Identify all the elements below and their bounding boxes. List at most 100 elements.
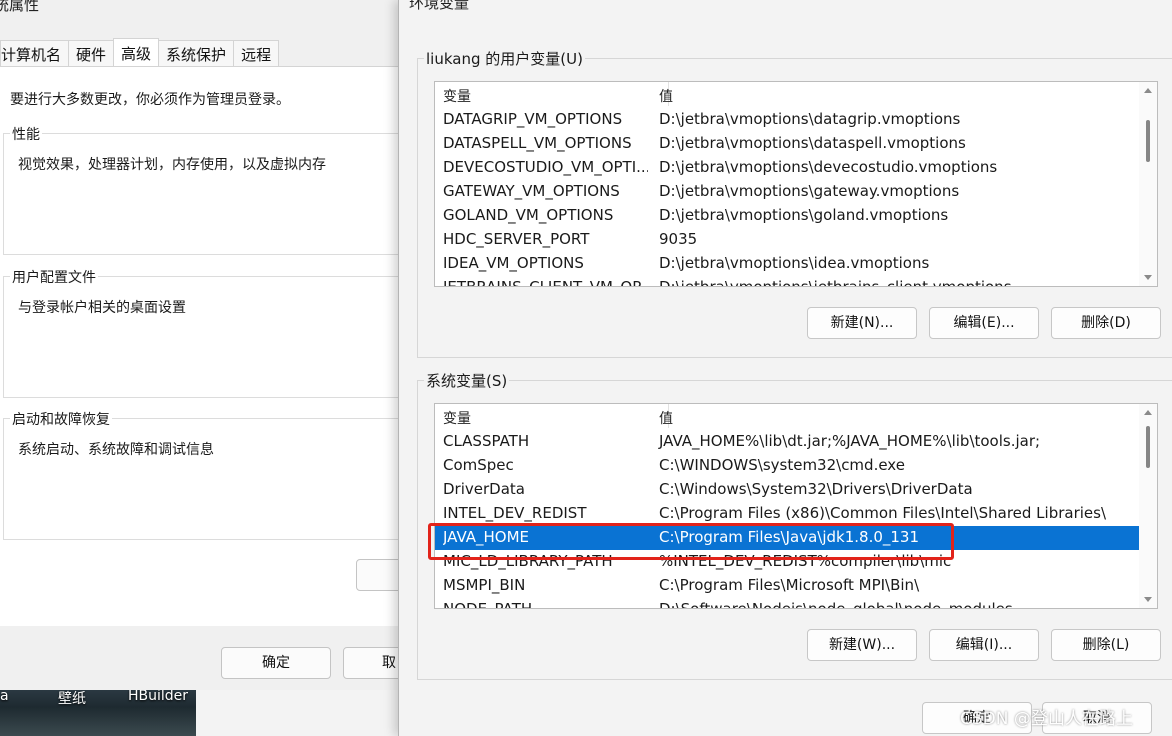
- var-name: IDEA_VM_OPTIONS: [443, 254, 584, 272]
- var-name: DATAGRIP_VM_OPTIONS: [443, 110, 623, 128]
- scroll-thumb[interactable]: [1146, 426, 1150, 468]
- var-name: JETBRAINS_CLIENT_VM_OP...: [443, 278, 648, 287]
- var-name: DriverData: [443, 480, 525, 498]
- dialog-title: 统属性: [0, 0, 40, 14]
- desktop-background: a 壁纸 HBuilder: [0, 688, 196, 736]
- table-row[interactable]: DriverData C:\Windows\System32\Drivers\Dr…: [435, 478, 1141, 502]
- table-row[interactable]: NODE_PATH D:\Software\Nodejs\node_global\…: [435, 598, 1141, 609]
- var-name: INTEL_DEV_REDIST: [443, 504, 587, 522]
- table-row[interactable]: JETBRAINS_CLIENT_VM_OP... D:\jetbra\vmopt…: [435, 276, 1141, 287]
- tab-advanced[interactable]: 高级: [113, 38, 160, 66]
- tab-remote[interactable]: 远程: [233, 40, 280, 66]
- tab-bar: 计算机名 硬件 高级 系统保护 远程: [0, 38, 280, 67]
- var-value: D:\jetbra\vmoptions\devecostudio.vmoptio…: [659, 158, 998, 176]
- system-delete-button[interactable]: 删除(L): [1051, 629, 1161, 661]
- var-name: DATASPELL_VM_OPTIONS: [443, 134, 632, 152]
- column-header-name[interactable]: 变量: [443, 408, 471, 428]
- ok-button[interactable]: 确定: [221, 647, 331, 679]
- scroll-up-icon[interactable]: [1144, 410, 1152, 415]
- var-value: C:\Program Files\Java\jdk1.8.0_131: [659, 528, 920, 546]
- performance-group: 性能 视觉效果，处理器计划，内存使用，以及虚拟内存: [3, 124, 423, 255]
- var-value: JAVA_HOME%\lib\dt.jar;%JAVA_HOME%\lib\to…: [659, 432, 1041, 450]
- group-title: 用户配置文件: [10, 267, 98, 287]
- watermark-text: CSDN @登山人在路上: [960, 709, 1133, 729]
- startup-recovery-group: 启动和故障恢复 系统启动、系统故障和调试信息: [3, 409, 423, 540]
- table-row[interactable]: IDEA_VM_OPTIONS D:\jetbra\vmoptions\idea.…: [435, 252, 1141, 276]
- table-row[interactable]: DATASPELL_VM_OPTIONS D:\jetbra\vmoptions\…: [435, 132, 1141, 156]
- user-variables-group: liukang 的用户变量(U) 变量 值 DATAGRIP_VM_OPTION…: [417, 48, 1172, 358]
- vertical-scrollbar[interactable]: [1139, 82, 1157, 286]
- group-title: 系统变量(S): [424, 370, 510, 391]
- column-header-value[interactable]: 值: [659, 86, 673, 106]
- var-name: GOLAND_VM_OPTIONS: [443, 206, 614, 224]
- table-row[interactable]: GOLAND_VM_OPTIONS D:\jetbra\vmoptions\gol…: [435, 204, 1141, 228]
- var-name: ComSpec: [443, 456, 514, 474]
- tab-hardware[interactable]: 硬件: [68, 40, 115, 66]
- var-name: GATEWAY_VM_OPTIONS: [443, 182, 620, 200]
- desktop-icon-label[interactable]: a: [0, 688, 9, 704]
- table-row[interactable]: MSMPI_BIN C:\Program Files\Microsoft MPI\…: [435, 574, 1141, 598]
- table-row[interactable]: DATAGRIP_VM_OPTIONS D:\jetbra\vmoptions\d…: [435, 108, 1141, 132]
- table-row[interactable]: CLASSPATH JAVA_HOME%\lib\dt.jar;%JAVA_HOM…: [435, 430, 1141, 454]
- tab-system-protection[interactable]: 系统保护: [158, 40, 235, 66]
- environment-variables-dialog: 环境变量 liukang 的用户变量(U) 变量 值 DATAGRIP_VM_O…: [398, 0, 1172, 736]
- var-value: 9035: [659, 230, 698, 248]
- var-name: DEVECOSTUDIO_VM_OPTI...: [443, 158, 648, 176]
- group-description: 系统启动、系统故障和调试信息: [18, 442, 214, 458]
- group-title: liukang 的用户变量(U): [424, 48, 585, 69]
- user-variables-list[interactable]: 变量 值 DATAGRIP_VM_OPTIONS D:\jetbra\vmopti…: [434, 81, 1158, 287]
- var-value: D:\jetbra\vmoptions\datagrip.vmoptions: [659, 110, 961, 128]
- system-properties-dialog: 统属性 计算机名 硬件 高级 系统保护 远程 要进行大多数更改，你必须作为管理员…: [0, 0, 423, 690]
- system-new-button[interactable]: 新建(W)...: [807, 629, 917, 661]
- var-name: CLASSPATH: [443, 432, 530, 450]
- dialog-title: 环境变量: [409, 0, 470, 12]
- var-name: MIC_LD_LIBRARY_PATH: [443, 552, 613, 570]
- user-new-button[interactable]: 新建(N)...: [807, 307, 917, 339]
- list-header: 变量 值: [435, 82, 1157, 108]
- user-delete-button[interactable]: 删除(D): [1051, 307, 1161, 339]
- var-value: D:\jetbra\vmoptions\gateway.vmoptions: [659, 182, 960, 200]
- var-name: HDC_SERVER_PORT: [443, 230, 590, 248]
- var-value: C:\Program Files\Microsoft MPI\Bin\: [659, 576, 920, 594]
- var-value: %INTEL_DEV_REDIST%compiler\lib\mic: [659, 552, 952, 570]
- var-value: D:\jetbra\vmoptions\dataspell.vmoptions: [659, 134, 966, 152]
- var-value: D:\jetbra\vmoptions\goland.vmoptions: [659, 206, 949, 224]
- var-name: NODE_PATH: [443, 600, 533, 609]
- scroll-up-icon[interactable]: [1144, 88, 1152, 93]
- table-row[interactable]: INTEL_DEV_REDIST C:\Program Files (x86)\C…: [435, 502, 1141, 526]
- scroll-down-icon[interactable]: [1144, 275, 1152, 280]
- var-name: MSMPI_BIN: [443, 576, 526, 594]
- table-row[interactable]: MIC_LD_LIBRARY_PATH %INTEL_DEV_REDIST%com…: [435, 550, 1141, 574]
- var-value: C:\Windows\System32\Drivers\DriverData: [659, 480, 973, 498]
- group-description: 视觉效果，处理器计划，内存使用，以及虚拟内存: [18, 157, 326, 173]
- table-row[interactable]: HDC_SERVER_PORT 9035: [435, 228, 1141, 252]
- var-value: D:\jetbra\vmoptions\jetbrains_client.vmo…: [659, 278, 1012, 287]
- desktop-icon-label[interactable]: HBuilder: [128, 688, 188, 704]
- var-name: JAVA_HOME: [443, 528, 530, 546]
- advanced-tab-page: 要进行大多数更改，你必须作为管理员登录。 性能 视觉效果，处理器计划，内存使用，…: [0, 66, 423, 626]
- var-value: C:\WINDOWS\system32\cmd.exe: [659, 456, 905, 474]
- table-row-selected[interactable]: JAVA_HOME C:\Program Files\Java\jdk1.8.0_…: [435, 526, 1141, 550]
- scroll-thumb[interactable]: [1146, 120, 1150, 162]
- admin-note: 要进行大多数更改，你必须作为管理员登录。: [10, 92, 290, 108]
- column-header-name[interactable]: 变量: [443, 86, 471, 106]
- user-edit-button[interactable]: 编辑(E)...: [929, 307, 1039, 339]
- table-row[interactable]: ComSpec C:\WINDOWS\system32\cmd.exe: [435, 454, 1141, 478]
- var-value: C:\Program Files (x86)\Common Files\Inte…: [659, 504, 1107, 522]
- var-value: D:\Software\Nodejs\node_global\node_modu…: [659, 600, 1013, 609]
- system-edit-button[interactable]: 编辑(I)...: [929, 629, 1039, 661]
- table-row[interactable]: GATEWAY_VM_OPTIONS D:\jetbra\vmoptions\ga…: [435, 180, 1141, 204]
- group-title: 启动和故障恢复: [10, 409, 112, 429]
- system-variables-list[interactable]: 变量 值 CLASSPATH JAVA_HOME%\lib\dt.jar;%JAV…: [434, 403, 1158, 609]
- list-header: 变量 值: [435, 404, 1157, 430]
- scroll-down-icon[interactable]: [1144, 597, 1152, 602]
- column-header-value[interactable]: 值: [659, 408, 673, 428]
- system-variables-group: 系统变量(S) 变量 值 CLASSPATH JAVA_HOME%\lib\dt.…: [417, 370, 1172, 680]
- vertical-scrollbar[interactable]: [1139, 404, 1157, 608]
- table-row[interactable]: DEVECOSTUDIO_VM_OPTI... D:\jetbra\vmoptio…: [435, 156, 1141, 180]
- desktop-icon-label[interactable]: 壁纸: [58, 688, 86, 708]
- group-title: 性能: [10, 124, 42, 144]
- tab-computer-name[interactable]: 计算机名: [0, 40, 70, 66]
- var-value: D:\jetbra\vmoptions\idea.vmoptions: [659, 254, 930, 272]
- user-profiles-group: 用户配置文件 与登录帐户相关的桌面设置: [3, 267, 423, 398]
